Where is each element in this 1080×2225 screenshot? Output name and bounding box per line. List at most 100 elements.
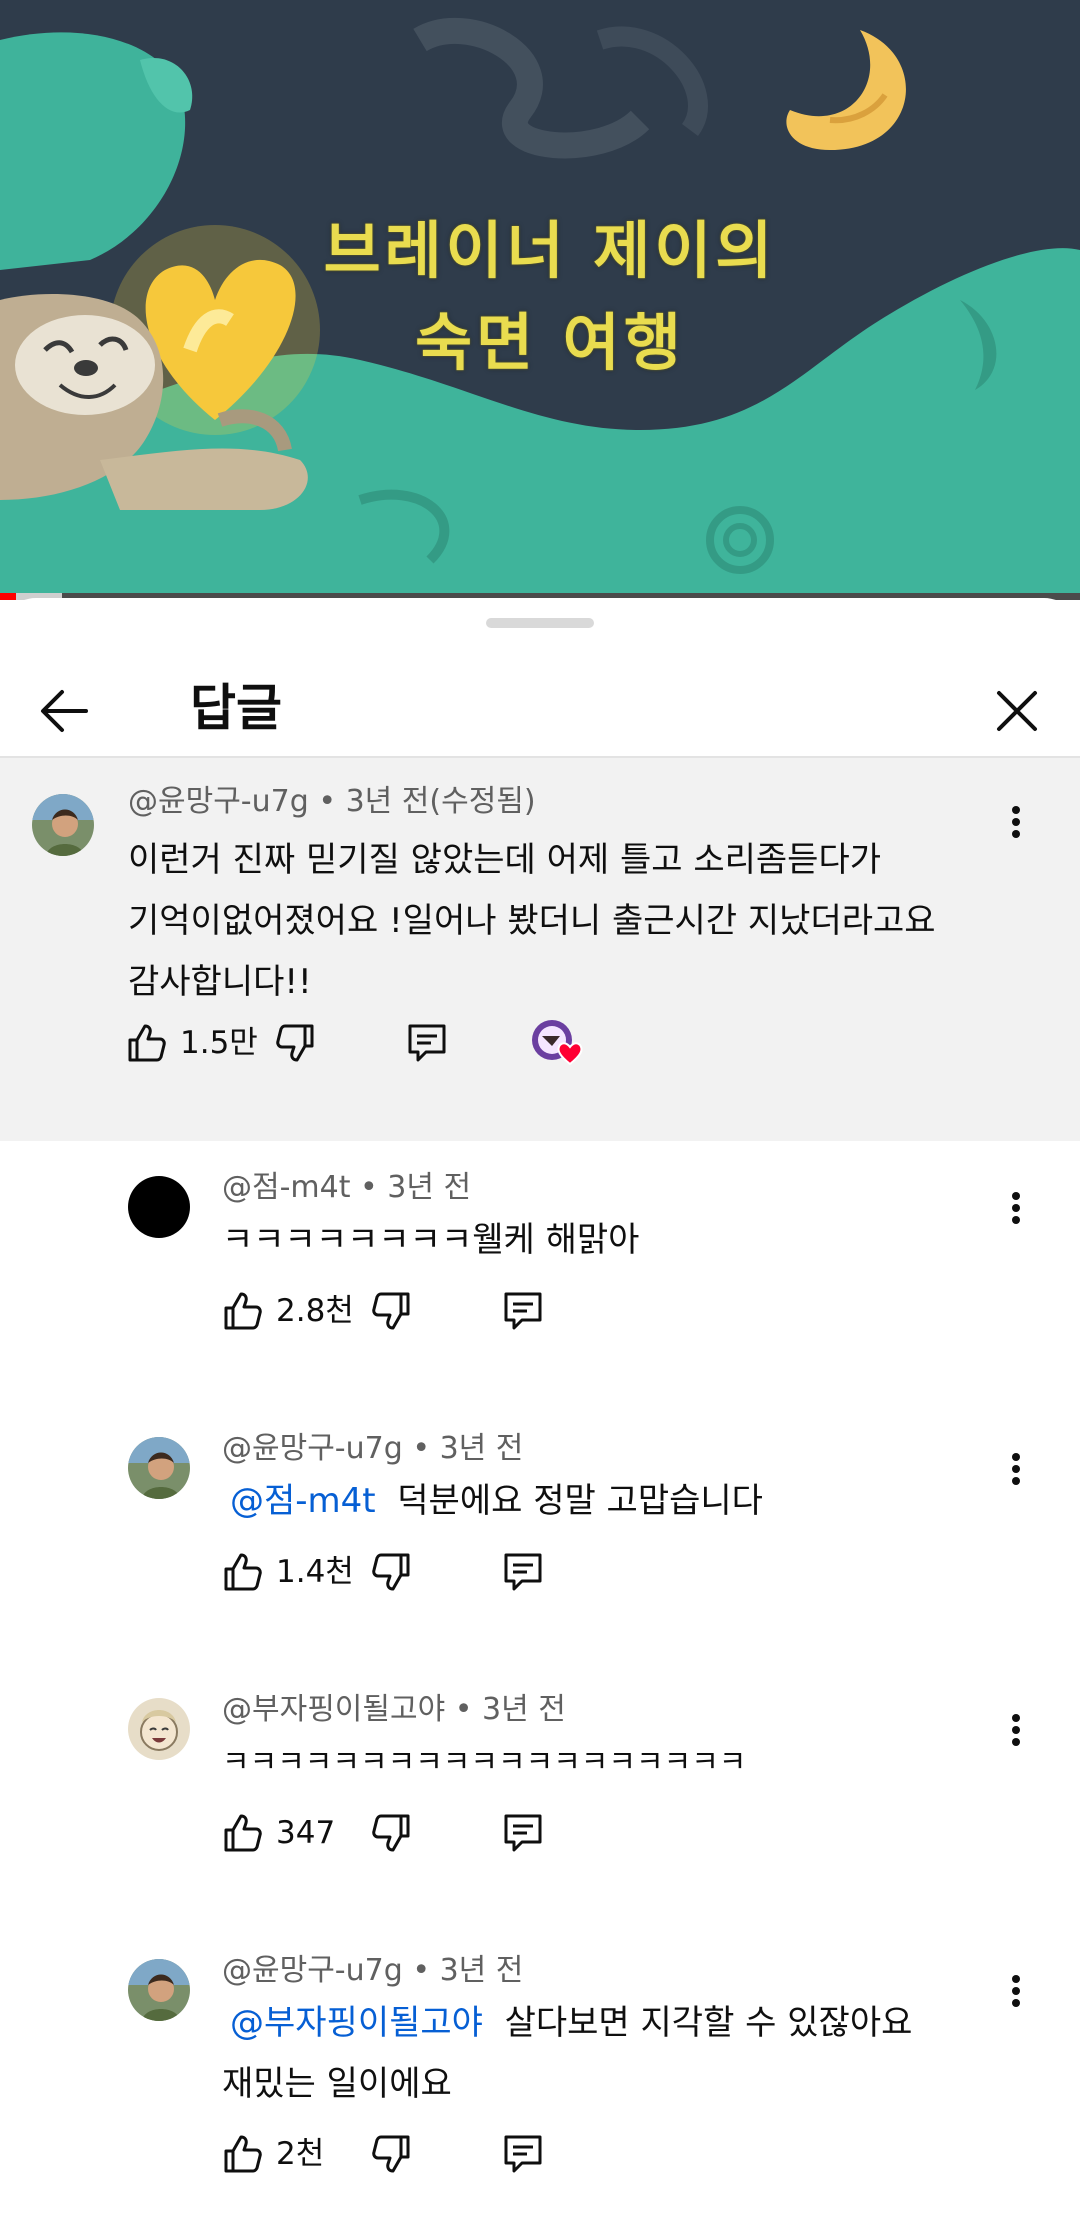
thumbs-down-icon bbox=[372, 1292, 410, 1330]
reply-icon bbox=[504, 1814, 542, 1852]
back-button[interactable] bbox=[30, 676, 100, 746]
reply-icon bbox=[408, 1024, 446, 1062]
comment-text-content: 살다보면 지각할 수 있잖아요 bbox=[504, 2003, 913, 2043]
thumbs-up-icon bbox=[224, 1553, 262, 1591]
more-vertical-icon bbox=[1012, 806, 1020, 838]
reply-button[interactable] bbox=[404, 1020, 450, 1070]
avatar-image bbox=[128, 1959, 190, 2021]
thumbs-down-icon bbox=[372, 2135, 410, 2173]
comment-actions: 1.4천 bbox=[220, 1549, 620, 1609]
parent-comment: @윤망구-u7g • 3년 전(수정됨) 이런거 진짜 믿기질 않았는데 어제 … bbox=[0, 758, 1080, 1141]
reply-icon bbox=[504, 1553, 542, 1591]
thumbs-up-icon bbox=[224, 1292, 262, 1330]
dislike-button[interactable] bbox=[368, 1288, 414, 1338]
comment-actions: 1.5만 bbox=[124, 1020, 624, 1080]
comment-text-line: 감사합니다!! bbox=[128, 962, 312, 1002]
like-button[interactable] bbox=[220, 1549, 266, 1599]
like-count: 2천 bbox=[276, 2136, 325, 2172]
like-count: 1.5만 bbox=[180, 1025, 258, 1061]
sheet-title: 답글 bbox=[190, 679, 282, 737]
comment-time: 3년 전 bbox=[439, 1431, 524, 1466]
more-vertical-icon bbox=[1012, 1714, 1020, 1746]
reply-button[interactable] bbox=[500, 1288, 546, 1338]
avatar[interactable] bbox=[128, 1698, 190, 1760]
comment-meta: @윤망구-u7g • 3년 전 bbox=[222, 1953, 524, 1988]
avatar-image bbox=[32, 794, 94, 856]
close-button[interactable] bbox=[982, 676, 1052, 746]
like-button[interactable] bbox=[124, 1020, 170, 1070]
dislike-button[interactable] bbox=[368, 1549, 414, 1599]
thumbs-down-icon bbox=[372, 1553, 410, 1591]
avatar-image bbox=[128, 1698, 190, 1760]
sheet-header: 답글 bbox=[0, 658, 1080, 758]
comment-more-button[interactable] bbox=[996, 1439, 1036, 1499]
dislike-button[interactable] bbox=[368, 2131, 414, 2181]
thumbs-up-icon bbox=[224, 1814, 262, 1852]
more-vertical-icon bbox=[1012, 1453, 1020, 1485]
sheet-drag-handle[interactable] bbox=[486, 618, 594, 628]
comment-text: ㅋㅋㅋㅋㅋㅋㅋㅋ웰케 해맑아 bbox=[222, 1220, 640, 1260]
close-icon bbox=[997, 691, 1037, 731]
comment-text: 이런거 진짜 믿기질 않았는데 어제 틀고 소리좀듣다가 기억이없어졌어요 !일… bbox=[128, 830, 936, 1013]
reply-comment: @윤망구-u7g • 3년 전 @부자핑이될고야 살다보면 지각할 수 있잖아요… bbox=[0, 1951, 1080, 2223]
comment-meta: @점-m4t • 3년 전 bbox=[222, 1170, 472, 1205]
reply-icon bbox=[504, 2135, 542, 2173]
like-count: 2.8천 bbox=[276, 1293, 354, 1329]
avatar[interactable] bbox=[128, 1437, 190, 1499]
reply-button[interactable] bbox=[500, 1810, 546, 1860]
avatar[interactable] bbox=[128, 1959, 190, 2021]
thumbs-down-icon bbox=[276, 1024, 314, 1062]
thumbs-up-icon bbox=[128, 1024, 166, 1062]
video-title-line-2: 숙면 여행 bbox=[415, 306, 685, 379]
comment-more-button[interactable] bbox=[996, 1178, 1036, 1238]
video-title-overlay: 브레이너 제이의 숙면 여행 bbox=[300, 205, 800, 389]
comment-time: 3년 전 bbox=[439, 1953, 524, 1988]
video-player[interactable]: 브레이너 제이의 숙면 여행 bbox=[0, 0, 1080, 600]
comment-text: @부자핑이될고야 살다보면 지각할 수 있잖아요 재밌는 일이에요 bbox=[222, 1993, 912, 2115]
comment-text-content: 덕분에요 정말 고맙습니다 bbox=[397, 1481, 763, 1521]
reply-button[interactable] bbox=[500, 1549, 546, 1599]
like-button[interactable] bbox=[220, 2131, 266, 2181]
comment-text-line: 기억이없어졌어요 !일어나 봤더니 출근시간 지났더라고요 bbox=[128, 901, 936, 941]
video-title-line-1: 브레이너 제이의 bbox=[323, 214, 777, 287]
reply-button[interactable] bbox=[500, 2131, 546, 2181]
comment-time: 3년 전 bbox=[387, 1170, 472, 1205]
comment-meta: @윤망구-u7g • 3년 전(수정됨) bbox=[128, 784, 536, 819]
comment-actions: 2.8천 bbox=[220, 1288, 620, 1348]
mention-link[interactable]: @점-m4t bbox=[230, 1481, 376, 1521]
creator-heart-icon bbox=[532, 1020, 583, 1066]
thumbs-up-icon bbox=[224, 2135, 262, 2173]
comment-meta: @부자핑이될고야 • 3년 전 bbox=[222, 1692, 566, 1727]
avatar-image bbox=[128, 1437, 190, 1499]
mention-link[interactable]: @부자핑이될고야 bbox=[230, 2003, 483, 2043]
arrow-left-icon bbox=[41, 690, 88, 732]
more-vertical-icon bbox=[1012, 1975, 1020, 2007]
dislike-button[interactable] bbox=[368, 1810, 414, 1860]
replies-sheet: 답글 @윤망구-u7g • 3년 전(수정됨) 이런거 진짜 믿기질 않았는데 … bbox=[0, 598, 1080, 2223]
comment-more-button[interactable] bbox=[996, 792, 1036, 852]
comment-author[interactable]: @윤망구-u7g bbox=[222, 1431, 403, 1466]
comment-author[interactable]: @점-m4t bbox=[222, 1170, 351, 1205]
avatar[interactable] bbox=[128, 1176, 190, 1238]
comment-more-button[interactable] bbox=[996, 1961, 1036, 2021]
comment-author[interactable]: @윤망구-u7g bbox=[128, 784, 309, 819]
comment-text: @점-m4t 덕분에요 정말 고맙습니다 bbox=[222, 1471, 763, 1532]
like-button[interactable] bbox=[220, 1288, 266, 1338]
comment-text: ㅋㅋㅋㅋㅋㅋㅋㅋㅋㅋㅋㅋㅋㅋㅋㅋㅋㅋㅋ bbox=[222, 1745, 747, 1780]
creator-heart-badge bbox=[530, 1016, 592, 1076]
reply-icon bbox=[504, 1292, 542, 1330]
thumbs-down-icon bbox=[372, 1814, 410, 1852]
comment-more-button[interactable] bbox=[996, 1700, 1036, 1760]
comment-meta: @윤망구-u7g • 3년 전 bbox=[222, 1431, 524, 1466]
comment-author[interactable]: @부자핑이될고야 bbox=[222, 1692, 445, 1727]
comment-author[interactable]: @윤망구-u7g bbox=[222, 1953, 403, 1988]
comment-actions: 2천 bbox=[220, 2131, 620, 2191]
avatar[interactable] bbox=[32, 794, 94, 856]
dislike-button[interactable] bbox=[272, 1020, 318, 1070]
reply-comment: @윤망구-u7g • 3년 전 @점-m4t 덕분에요 정말 고맙습니다 1.4… bbox=[0, 1429, 1080, 1669]
comment-time: 3년 전(수정됨) bbox=[345, 784, 536, 819]
more-vertical-icon bbox=[1012, 1192, 1020, 1224]
like-button[interactable] bbox=[220, 1810, 266, 1860]
comment-text-line: 이런거 진짜 믿기질 않았는데 어제 틀고 소리좀듣다가 bbox=[128, 840, 882, 880]
comment-text-line: 재밌는 일이에요 bbox=[222, 2064, 452, 2104]
